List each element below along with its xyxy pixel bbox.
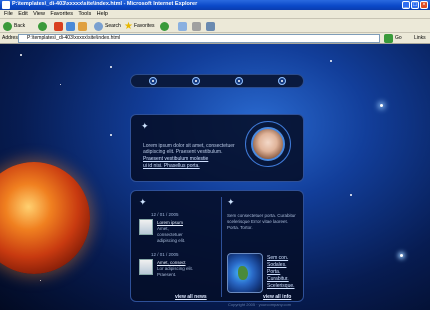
mail-button[interactable] [178, 21, 187, 31]
star [60, 84, 61, 85]
home-button[interactable] [78, 21, 87, 31]
menu-file[interactable]: File [4, 11, 13, 17]
links-button[interactable]: Links [414, 35, 426, 41]
star [110, 134, 112, 136]
menu-tools[interactable]: Tools [78, 11, 91, 17]
stop-icon [54, 21, 63, 31]
planet-image [0, 162, 90, 274]
view-all-info-link[interactable]: view all info [263, 294, 291, 300]
footer-copyright: Copyright 2005 · yourcompany.com [228, 302, 292, 307]
star [350, 194, 352, 196]
browser-toolbar: Back Search ★ Favorites [0, 19, 430, 33]
news-text-1: Amet, consectetuer adipiscing elit. [157, 226, 186, 243]
ie-icon [2, 1, 10, 9]
print-icon [192, 21, 201, 31]
refresh-icon [66, 21, 75, 31]
news-title-1[interactable]: Lorem ipsum [157, 220, 183, 225]
back-label: Back [14, 23, 26, 29]
info-link-3[interactable]: Porta. [267, 269, 280, 275]
menu-edit[interactable]: Edit [18, 11, 27, 17]
star [400, 254, 403, 257]
column-divider [221, 197, 222, 297]
home-icon [78, 21, 87, 31]
info-text: Sem consectetuer porta. Curabitur sceler… [227, 213, 296, 230]
news-title-2[interactable]: Amet, consect [157, 260, 186, 265]
nav-button-3[interactable] [234, 77, 243, 85]
news-star-icon: ✦ [139, 197, 147, 207]
forward-arrow-icon [38, 21, 47, 31]
menu-help[interactable]: Help [97, 11, 108, 17]
info-link-1[interactable]: Sem con. [267, 255, 288, 261]
news-date-1: 12 / 01 / 2005 [151, 212, 179, 217]
search-button[interactable]: Search [94, 21, 121, 31]
maximize-button[interactable]: □ [411, 1, 419, 9]
menu-favorites[interactable]: Favorites [50, 11, 73, 17]
back-arrow-icon [3, 21, 12, 31]
address-input[interactable]: P:\templates\_di-403\xxxxx\site\index.ht… [18, 34, 380, 43]
edit-icon [206, 21, 215, 31]
news-thumbnail-1[interactable] [139, 219, 153, 235]
forward-button[interactable] [38, 21, 47, 31]
earth-image [227, 253, 263, 293]
news-text-2: Lor adipiscing elit. Praesent. [157, 266, 194, 277]
stop-button[interactable] [54, 21, 63, 31]
close-button[interactable]: × [420, 1, 428, 9]
print-button[interactable] [192, 21, 201, 31]
info-link-5[interactable]: Scelerisque. [267, 283, 295, 289]
page-viewport: ✦ Lorem ipsum dolor sit amet, consectetu… [0, 44, 430, 310]
info-star-icon: ✦ [227, 197, 235, 207]
intro-link-1[interactable]: Praesent vestibulum molestie [143, 156, 247, 162]
content-panel: ✦ 12 / 01 / 2005 Lorem ipsum Amet, conse… [130, 190, 304, 302]
favorites-button[interactable]: ★ Favorites [124, 20, 155, 32]
history-button[interactable] [160, 21, 169, 31]
window-title: P:\templates\_di-403\xxxxx\site\index.ht… [12, 1, 198, 7]
star [110, 66, 112, 68]
star-badge-icon: ✦ [141, 121, 149, 131]
news-thumbnail-2[interactable] [139, 259, 153, 275]
info-link-4[interactable]: Curabitur. [267, 276, 289, 282]
news-date-2: 12 / 01 / 2005 [151, 252, 179, 257]
intro-text: Lorem ipsum dolor sit amet, consectetuer… [143, 143, 247, 169]
intro-panel: ✦ Lorem ipsum dolor sit amet, consectetu… [130, 114, 304, 182]
go-button[interactable]: Go [395, 35, 402, 41]
window-titlebar: P:\templates\_di-403\xxxxx\site\index.ht… [0, 0, 430, 10]
go-arrow-icon[interactable] [384, 34, 393, 43]
history-icon [160, 21, 169, 31]
intro-paragraph: Lorem ipsum dolor sit amet, consectetuer… [143, 143, 235, 155]
menu-bar: File Edit View Favorites Tools Help [0, 10, 430, 19]
mail-icon [178, 21, 187, 31]
star [40, 280, 41, 281]
intro-link-2[interactable]: ui id nisi. Phasellus porta. [143, 163, 247, 169]
top-navigation [130, 74, 304, 88]
nav-button-1[interactable] [148, 77, 157, 85]
back-button[interactable]: Back [3, 21, 25, 31]
favorites-star-icon: ★ [124, 20, 133, 32]
info-link-2[interactable]: Sodales. [267, 262, 286, 268]
edit-button[interactable] [206, 21, 215, 31]
nav-button-4[interactable] [277, 77, 286, 85]
star [330, 60, 332, 62]
nav-button-2[interactable] [191, 77, 200, 85]
refresh-button[interactable] [66, 21, 75, 31]
star [380, 104, 383, 107]
star [20, 54, 22, 56]
menu-view[interactable]: View [33, 11, 45, 17]
favorites-label: Favorites [133, 23, 155, 29]
search-icon [94, 21, 103, 31]
address-bar: Address P:\templates\_di-403\xxxxx\site\… [0, 33, 430, 44]
portrait-image [251, 127, 285, 161]
minimize-button[interactable]: _ [402, 1, 410, 9]
search-label: Search [105, 23, 121, 29]
view-all-news-link[interactable]: view all news [175, 294, 207, 300]
